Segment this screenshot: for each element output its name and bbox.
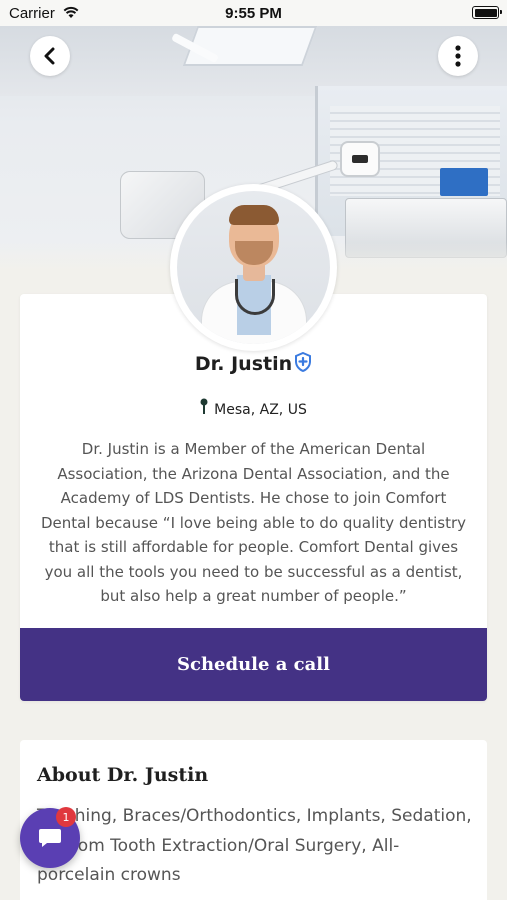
about-title: About Dr. Justin	[37, 764, 209, 786]
battery-icon	[472, 6, 502, 19]
location: Mesa, AZ, US	[20, 398, 487, 418]
status-bar: Carrier 9:55 PM	[0, 0, 507, 26]
chat-bubble-icon	[39, 829, 61, 847]
chevron-left-icon	[44, 47, 55, 65]
more-options-button[interactable]	[438, 36, 478, 76]
about-section: About Dr. Justin Teaching, Braces/Orthod…	[20, 740, 487, 900]
chat-badge: 1	[56, 807, 76, 827]
doctor-bio: Dr. Justin is a Member of the American D…	[41, 440, 466, 605]
location-text: Mesa, AZ, US	[214, 402, 307, 418]
schedule-call-button[interactable]: Schedule a call	[20, 628, 487, 701]
more-vertical-icon	[455, 45, 461, 67]
about-services: Teaching, Braces/Orthodontics, Implants,…	[37, 806, 472, 885]
map-pin-icon	[200, 398, 208, 414]
verified-shield-icon	[295, 352, 312, 372]
profile-card: Dr. Justin Mesa, AZ, US Dr. Justin is a …	[20, 294, 487, 701]
doctor-name: Dr. Justin	[194, 353, 293, 375]
clock: 9:55 PM	[225, 5, 282, 22]
avatar	[170, 184, 337, 351]
doctor-photo	[177, 191, 330, 344]
back-button[interactable]	[30, 36, 70, 76]
